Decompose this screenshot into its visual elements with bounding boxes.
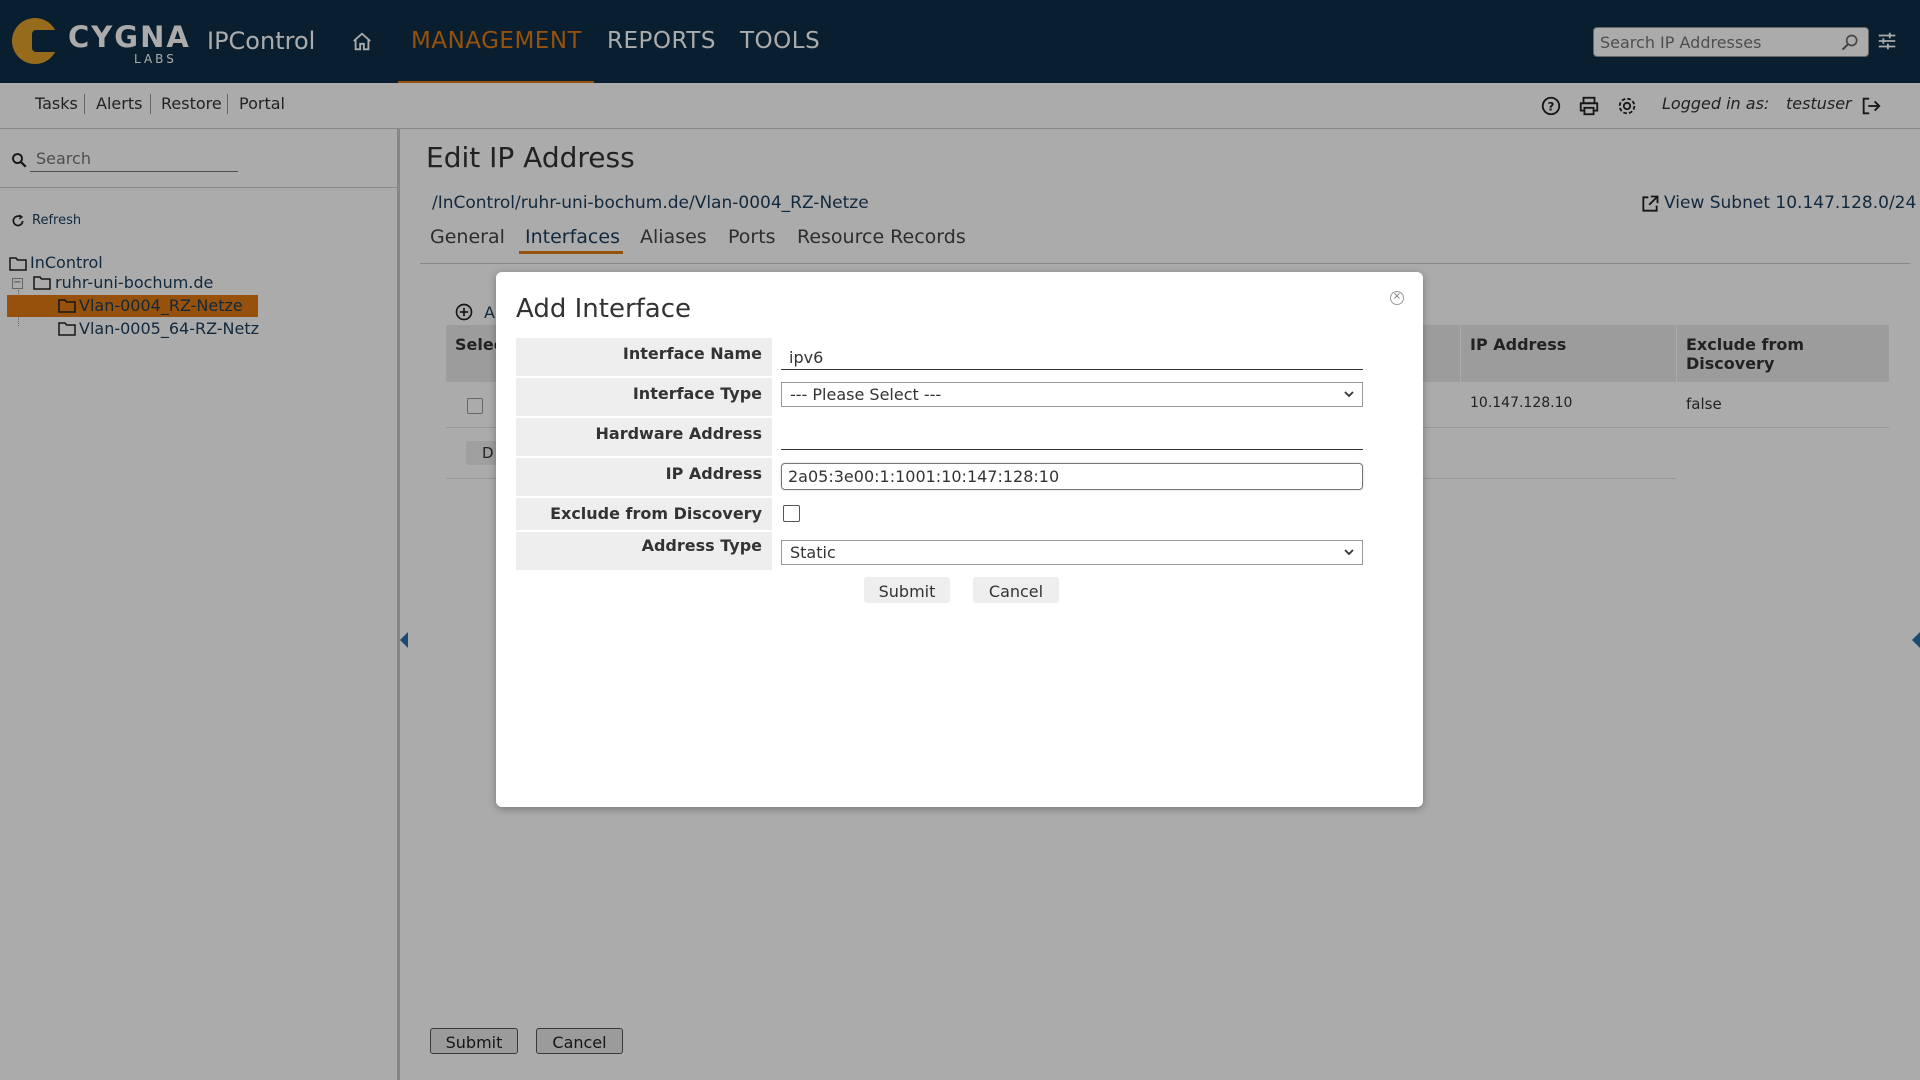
hardware-address-label: Hardware Address	[595, 424, 763, 443]
interface-type-label: Interface Type	[632, 384, 762, 403]
exclude-discovery-label: Exclude from Discovery	[550, 504, 762, 523]
interface-name-label: Interface Name	[622, 344, 762, 363]
dialog-submit-button[interactable]: Submit	[864, 577, 950, 603]
address-type-label: Address Type	[641, 536, 762, 555]
exclude-discovery-checkbox[interactable]	[783, 505, 800, 522]
form-label-cell: Interface Name	[516, 338, 772, 378]
form-label-cell: IP Address	[516, 458, 772, 498]
interface-name-field[interactable]	[781, 346, 1363, 370]
form-label-cell: Hardware Address	[516, 418, 772, 458]
form-label-cell: Exclude from Discovery	[516, 498, 772, 532]
ip-address-label: IP Address	[665, 464, 762, 483]
form-label-cell: Address Type	[516, 532, 772, 572]
address-type-value: Static	[790, 543, 836, 562]
address-type-select[interactable]: Static	[781, 540, 1363, 565]
dialog-title: Add Interface	[516, 294, 692, 324]
ip-address-field[interactable]	[781, 463, 1363, 490]
form-label-cell: Interface Type	[516, 378, 772, 418]
hardware-address-field[interactable]	[781, 424, 1363, 450]
add-interface-dialog: Add Interface × Interface Name Interface…	[496, 272, 1423, 807]
chevron-down-icon	[1344, 549, 1354, 556]
interface-type-value: --- Please Select ---	[790, 385, 942, 404]
dialog-cancel-button[interactable]: Cancel	[973, 577, 1059, 603]
close-icon[interactable]: ×	[1390, 291, 1404, 305]
interface-type-select[interactable]: --- Please Select ---	[781, 382, 1363, 407]
chevron-down-icon	[1344, 391, 1354, 398]
